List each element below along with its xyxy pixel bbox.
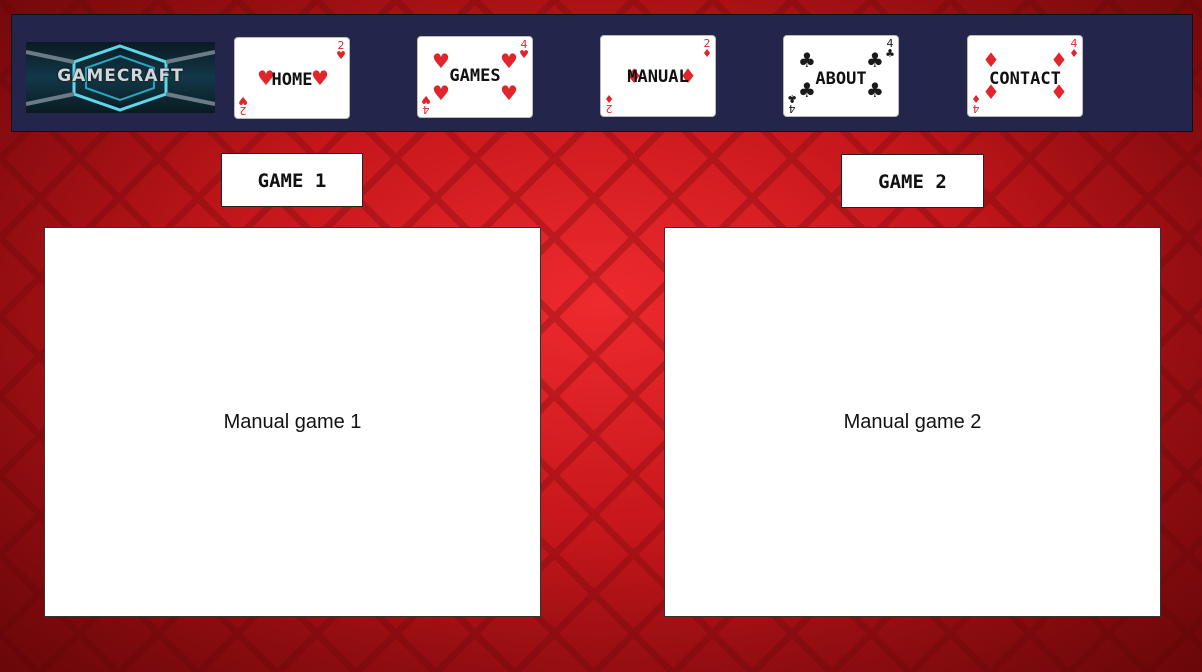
diamond-icon: ♦ — [982, 48, 1000, 72]
game-2-manual-text: Manual game 2 — [843, 410, 982, 433]
nav-home-label: HOME — [271, 70, 313, 90]
card-corner-top: 2 ♦ — [702, 37, 712, 60]
heart-icon: ♥ — [500, 81, 518, 105]
club-icon: ♣ — [866, 48, 884, 72]
logo-text: GAMECRAFT — [57, 66, 184, 86]
card-corner-top: 4 ♥ — [519, 38, 529, 61]
club-icon: ♣ — [798, 48, 816, 72]
heart-icon: ♥ — [432, 81, 450, 105]
diamond-icon: ♦ — [1050, 48, 1068, 72]
card-corner-top: 2 ♥ — [336, 39, 346, 62]
game-2-manual-panel: Manual game 2 — [664, 227, 1161, 617]
game-1-tab[interactable]: GAME 1 — [221, 153, 363, 207]
card-corner-bottom: 4 ♦ — [971, 92, 981, 115]
top-navigation-bar: GAMECRAFT 2 ♥ 2 ♥ ♥ ♥ HOME 4 ♥ 4 ♥ ♥ ♥ ♥ ♥ G… — [11, 14, 1193, 132]
game-1-manual-panel: Manual game 1 — [44, 227, 541, 617]
nav-games-label: GAMES — [449, 66, 501, 86]
card-corner-bottom: 2 ♥ — [238, 94, 248, 117]
nav-about-card[interactable]: 4 ♣ 4 ♣ ♣ ♣ ♣ ♣ ABOUT — [783, 35, 899, 117]
card-corner-top: 4 ♦ — [1069, 37, 1079, 60]
card-corner-bottom: 4 ♥ — [421, 93, 431, 116]
nav-manual-card[interactable]: 2 ♦ 2 ♦ ♦ ♦ MANUAL — [600, 35, 716, 117]
card-corner-top: 4 ♣ — [885, 37, 895, 60]
card-corner-bottom: 4 ♣ — [787, 92, 797, 115]
nav-home-card[interactable]: 2 ♥ 2 ♥ ♥ ♥ HOME — [234, 37, 350, 119]
nav-games-card[interactable]: 4 ♥ 4 ♥ ♥ ♥ ♥ ♥ GAMES — [417, 36, 533, 118]
nav-about-label: ABOUT — [815, 69, 867, 89]
game-1-manual-text: Manual game 1 — [223, 410, 362, 433]
card-corner-bottom: 2 ♦ — [604, 92, 614, 115]
nav-manual-label: MANUAL — [627, 67, 689, 87]
nav-contact-card[interactable]: 4 ♦ 4 ♦ ♦ ♦ ♦ ♦ CONTACT — [967, 35, 1083, 117]
game-2-tab[interactable]: GAME 2 — [841, 154, 984, 208]
nav-contact-label: CONTACT — [989, 69, 1061, 89]
gamecraft-logo[interactable]: GAMECRAFT — [26, 42, 215, 113]
